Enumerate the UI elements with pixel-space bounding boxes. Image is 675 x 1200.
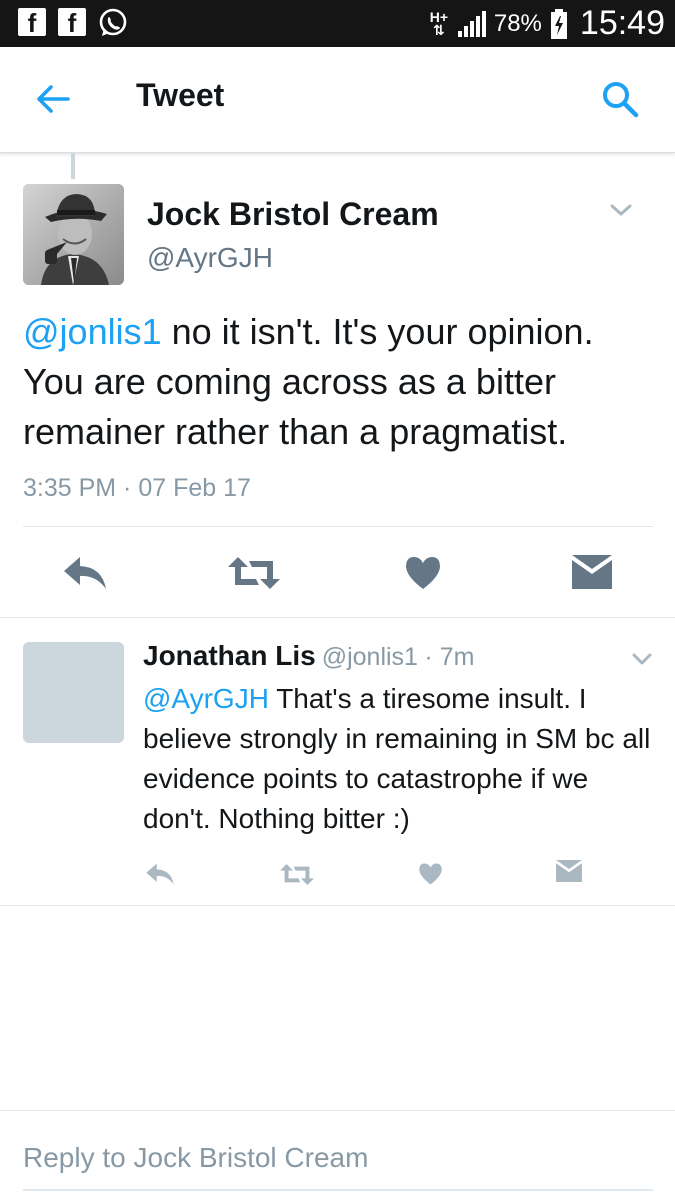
app-bar: Tweet: [0, 47, 675, 153]
data-activity-icon: ⇅: [432, 21, 445, 38]
retweet-icon[interactable]: [228, 557, 280, 589]
signal-icon: [457, 10, 486, 37]
tweet-text: @jonlis1 no it isn't. It's your opinion.…: [23, 307, 663, 457]
avatar[interactable]: [23, 642, 124, 743]
like-icon[interactable]: [418, 862, 443, 886]
facebook-icon: f: [58, 8, 86, 38]
author-handle[interactable]: @jonlis1: [322, 643, 418, 671]
tweet-actions: [0, 856, 675, 890]
direct-message-icon[interactable]: [572, 555, 612, 589]
chevron-down-icon[interactable]: [630, 650, 654, 668]
system-icons: H+ ⇅ 78% 15:49: [428, 0, 665, 47]
reply-header: Jonathan Lis @jonlis1 · 7m: [143, 640, 474, 672]
avatar[interactable]: [23, 184, 124, 285]
clock: 15:49: [579, 4, 665, 42]
search-icon[interactable]: [600, 79, 640, 119]
page-title: Tweet: [136, 77, 225, 113]
reply-input[interactable]: [23, 1136, 653, 1180]
retweet-icon[interactable]: [280, 864, 314, 885]
notification-icons: f f: [18, 8, 128, 38]
like-icon[interactable]: [404, 555, 442, 591]
tweet-actions: [0, 545, 675, 601]
divider: [0, 1110, 675, 1111]
tweet-text: @AyrGJH That's a tiresome insult. I beli…: [143, 679, 658, 839]
avatar-photo: [23, 184, 124, 285]
input-underline: [23, 1189, 653, 1191]
reply-icon[interactable]: [145, 862, 175, 886]
divider: [0, 905, 675, 906]
whatsapp-icon: [99, 8, 127, 36]
conversation-thread-line: [71, 153, 75, 179]
status-bar: f f H+ ⇅ 78% 15:49: [0, 0, 675, 47]
chevron-down-icon[interactable]: [608, 200, 634, 220]
author-name[interactable]: Jock Bristol Cream: [147, 196, 439, 233]
facebook-icon: f: [18, 8, 46, 38]
direct-message-icon[interactable]: [556, 860, 582, 882]
reply-icon[interactable]: [62, 555, 108, 591]
tweet-age: · 7m: [424, 643, 475, 671]
mention-link[interactable]: @AyrGJH: [143, 683, 269, 714]
mention-link[interactable]: @jonlis1: [23, 311, 162, 352]
divider: [0, 617, 675, 618]
tweet-timestamp: 3:35 PM · 07 Feb 17: [23, 474, 251, 502]
battery-icon: [550, 8, 567, 39]
divider: [23, 526, 653, 527]
author-name[interactable]: Jonathan Lis: [143, 640, 316, 671]
author-handle[interactable]: @AyrGJH: [147, 242, 273, 274]
back-arrow-icon[interactable]: [34, 80, 72, 118]
battery-percent: 78%: [493, 9, 542, 37]
network-type: H+ ⇅: [428, 10, 450, 38]
